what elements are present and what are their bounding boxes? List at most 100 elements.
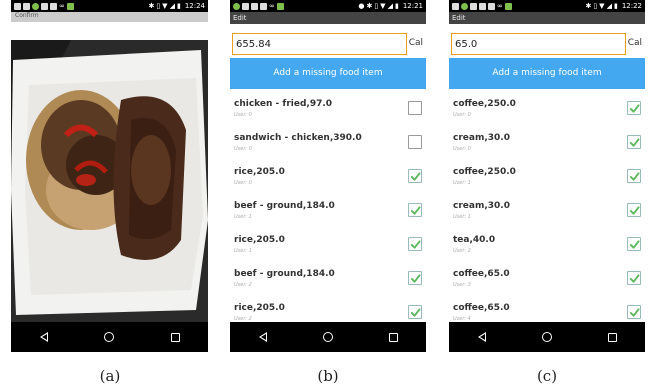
list-item[interactable]: coffee,250.0 User: 1 xyxy=(449,163,645,197)
status-bar: ∞ ✱ ▯ ▼ ◢ ▮ 12:24 xyxy=(11,0,208,12)
voicemail-icon: ∞ xyxy=(497,1,503,10)
list-item[interactable]: rice,205.0 User: 0 xyxy=(230,163,426,197)
list-item[interactable]: rice,205.0 User: 1 xyxy=(230,231,426,265)
food-item-name: coffee,65.0 xyxy=(453,303,510,313)
status-bar: ∞ ✱ ▯ ▼ ◢ ▮ 12:22 xyxy=(449,0,645,12)
wifi-icon: ▼ xyxy=(599,1,605,10)
bluetooth-icon: ✱ xyxy=(148,1,155,10)
checkmark-icon xyxy=(410,307,421,317)
back-icon xyxy=(258,332,267,342)
food-item-name: rice,205.0 xyxy=(234,235,285,245)
food-item-user: User: 1 xyxy=(234,248,252,254)
food-item-user: User: 0 xyxy=(453,146,471,152)
recents-button[interactable] xyxy=(387,331,399,343)
app-icon xyxy=(452,2,459,10)
back-icon xyxy=(39,332,48,342)
item-checkbox[interactable] xyxy=(627,305,641,319)
list-item[interactable]: beef - ground,184.0 User: 2 xyxy=(230,265,426,299)
voicemail-icon: ∞ xyxy=(269,1,275,10)
clock: 12:22 xyxy=(621,2,642,10)
status-bar: ∞ ● ✱ ▯ ▼ ◢ ▮ 12:21 xyxy=(230,0,426,12)
checkmark-icon xyxy=(629,307,640,317)
food-item-list: coffee,250.0 User: 0 cream,30.0 User: 0 coff… xyxy=(449,95,645,333)
calorie-unit-label: Cal xyxy=(627,38,642,48)
item-checkbox[interactable] xyxy=(408,271,422,285)
item-checkbox[interactable] xyxy=(408,237,422,251)
item-checkbox[interactable] xyxy=(408,169,422,183)
battery-icon: ▮ xyxy=(613,1,618,10)
item-checkbox[interactable] xyxy=(627,237,641,251)
app-icon xyxy=(242,2,249,10)
food-item-name: sandwich - chicken,390.0 xyxy=(234,133,362,143)
app-icon xyxy=(14,2,21,10)
checkmark-icon xyxy=(410,273,421,283)
item-checkbox[interactable] xyxy=(627,169,641,183)
back-button[interactable] xyxy=(38,331,50,343)
item-checkbox[interactable] xyxy=(627,203,641,217)
figure-caption: (b) xyxy=(317,367,339,385)
back-button[interactable] xyxy=(257,331,269,343)
food-photo xyxy=(11,40,208,322)
list-item[interactable]: chicken - fried,97.0 User: 0 xyxy=(230,95,426,129)
home-button[interactable] xyxy=(541,331,553,343)
checkmark-icon xyxy=(629,171,640,181)
food-item-name: coffee,65.0 xyxy=(453,269,510,279)
vibrate-icon: ▯ xyxy=(156,1,161,10)
add-missing-food-button[interactable]: Add a missing food item xyxy=(449,58,645,89)
confirm-label: Confirm xyxy=(15,12,39,19)
app-icon xyxy=(488,2,495,10)
back-icon xyxy=(477,332,486,342)
clock: 12:21 xyxy=(402,2,423,10)
phone-screen-edit: ∞ ✱ ▯ ▼ ◢ ▮ 12:22 Edit Cal Add a missing… xyxy=(449,0,645,352)
home-button[interactable] xyxy=(103,331,115,343)
item-checkbox[interactable] xyxy=(408,135,422,149)
phone-screen-edit: ∞ ● ✱ ▯ ▼ ◢ ▮ 12:21 Edit Cal Add a missi… xyxy=(230,0,426,352)
action-bar-title: Edit xyxy=(449,12,645,24)
food-item-name: beef - ground,184.0 xyxy=(234,201,335,211)
item-checkbox[interactable] xyxy=(408,203,422,217)
calorie-input[interactable] xyxy=(232,33,407,55)
calorie-unit-label: Cal xyxy=(408,38,423,48)
item-checkbox[interactable] xyxy=(627,101,641,115)
list-item[interactable]: sandwich - chicken,390.0 User: 0 xyxy=(230,129,426,163)
item-checkbox[interactable] xyxy=(627,271,641,285)
recents-button[interactable] xyxy=(169,331,181,343)
phone-screen-photo: ∞ ✱ ▯ ▼ ◢ ▮ 12:24 Confirm xyxy=(11,0,208,352)
add-missing-food-button[interactable]: Add a missing food item xyxy=(230,58,426,89)
list-item[interactable]: coffee,250.0 User: 0 xyxy=(449,95,645,129)
list-item[interactable]: cream,30.0 User: 0 xyxy=(449,129,645,163)
food-item-user: User: 3 xyxy=(453,282,471,288)
food-item-name: cream,30.0 xyxy=(453,133,510,143)
checkmark-icon xyxy=(629,137,640,147)
checkmark-icon xyxy=(410,239,421,249)
food-item-name: cream,30.0 xyxy=(453,201,510,211)
item-checkbox[interactable] xyxy=(627,135,641,149)
android-icon xyxy=(66,2,74,10)
food-item-user: User: 1 xyxy=(453,180,471,186)
bluetooth-icon: ✱ xyxy=(585,1,592,10)
item-checkbox[interactable] xyxy=(408,101,422,115)
list-item[interactable]: beef - ground,184.0 User: 1 xyxy=(230,197,426,231)
list-item[interactable]: tea,40.0 User: 2 xyxy=(449,231,645,265)
food-item-name: rice,205.0 xyxy=(234,303,285,313)
list-item[interactable]: cream,30.0 User: 1 xyxy=(449,197,645,231)
clock: 12:24 xyxy=(184,2,205,10)
action-bar-title: Edit xyxy=(230,12,426,24)
recents-icon xyxy=(170,332,180,342)
app-icon xyxy=(260,2,267,10)
checkmark-icon xyxy=(629,103,640,113)
calorie-input[interactable] xyxy=(451,33,626,55)
recents-button[interactable] xyxy=(606,331,618,343)
checkmark-icon xyxy=(629,273,640,283)
navigation-bar xyxy=(230,322,426,352)
gallery-icon xyxy=(479,2,486,10)
back-button[interactable] xyxy=(476,331,488,343)
home-button[interactable] xyxy=(322,331,334,343)
list-item[interactable]: coffee,65.0 User: 3 xyxy=(449,265,645,299)
food-item-user: User: 2 xyxy=(234,282,252,288)
navigation-bar xyxy=(11,322,208,352)
food-item-name: chicken - fried,97.0 xyxy=(234,99,333,109)
item-checkbox[interactable] xyxy=(408,305,422,319)
battery-icon: ▮ xyxy=(176,1,181,10)
app-icon xyxy=(50,2,57,10)
